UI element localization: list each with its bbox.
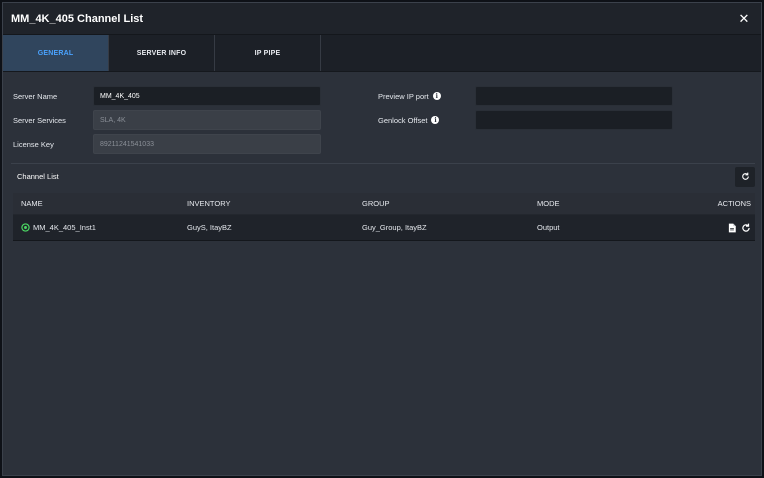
column-group: GROUP <box>362 199 390 208</box>
refresh-button[interactable] <box>735 166 755 187</box>
refresh-icon[interactable] <box>741 223 751 233</box>
column-actions: ACTIONS <box>717 199 751 208</box>
row-name-cell: MM_4K_405_Inst1 <box>13 223 187 232</box>
info-icon[interactable]: i <box>431 116 440 124</box>
license-key-label: License Key <box>13 139 54 149</box>
general-form: Server Name MM_4K_405 Server Services SL… <box>3 72 761 160</box>
server-services-input: SLA, 4K <box>93 110 321 130</box>
preview-ip-label: Preview IP port i <box>378 92 475 101</box>
server-name-input[interactable]: MM_4K_405 <box>93 86 321 106</box>
tab-server-info[interactable]: SERVER INFO <box>109 35 215 71</box>
genlock-offset-input[interactable] <box>475 110 673 130</box>
preview-ip-label-text: Preview IP port <box>378 91 429 101</box>
column-inventory: INVENTORY <box>187 199 231 208</box>
row-mode: Output <box>537 223 560 232</box>
genlock-offset-label-text: Genlock Offset <box>378 115 428 125</box>
row-inventory: GuyS, ItayBZ <box>187 223 232 232</box>
channel-list-header: Channel List <box>11 163 755 189</box>
status-online-icon <box>21 223 30 232</box>
license-key-input: 89211241541033 <box>93 134 321 154</box>
server-name-label: Server Name <box>13 91 58 101</box>
preview-ip-input[interactable] <box>475 86 673 106</box>
dialog-title: MM_4K_405 Channel List <box>11 12 144 25</box>
genlock-offset-label: Genlock Offset i <box>378 116 475 125</box>
server-services-label: Server Services <box>13 115 66 125</box>
tab-bar: GENERAL SERVER INFO IP PIPE <box>3 35 761 72</box>
channel-table: NAME INVENTORY GROUP MODE ACTIONS MM_4K_… <box>13 193 755 241</box>
table-header: NAME INVENTORY GROUP MODE ACTIONS <box>13 193 755 215</box>
info-icon[interactable]: i <box>432 92 441 100</box>
title-bar: MM_4K_405 Channel List ✕ <box>3 3 761 35</box>
channel-list-title: Channel List <box>17 172 59 181</box>
tab-ip-pipe[interactable]: IP PIPE <box>215 35 321 71</box>
table-row[interactable]: MM_4K_405_Inst1 GuyS, ItayBZ Guy_Group, … <box>13 215 755 241</box>
column-mode: MODE <box>537 199 560 208</box>
document-icon[interactable] <box>727 223 737 233</box>
row-name: MM_4K_405_Inst1 <box>33 223 96 232</box>
refresh-icon <box>741 172 749 180</box>
row-actions <box>687 223 755 233</box>
row-group: Guy_Group, ItayBZ <box>362 223 427 232</box>
close-icon[interactable]: ✕ <box>737 11 751 26</box>
tab-general[interactable]: GENERAL <box>3 35 109 71</box>
channel-list-dialog: MM_4K_405 Channel List ✕ GENERAL SERVER … <box>2 2 762 476</box>
column-name: NAME <box>21 199 43 208</box>
